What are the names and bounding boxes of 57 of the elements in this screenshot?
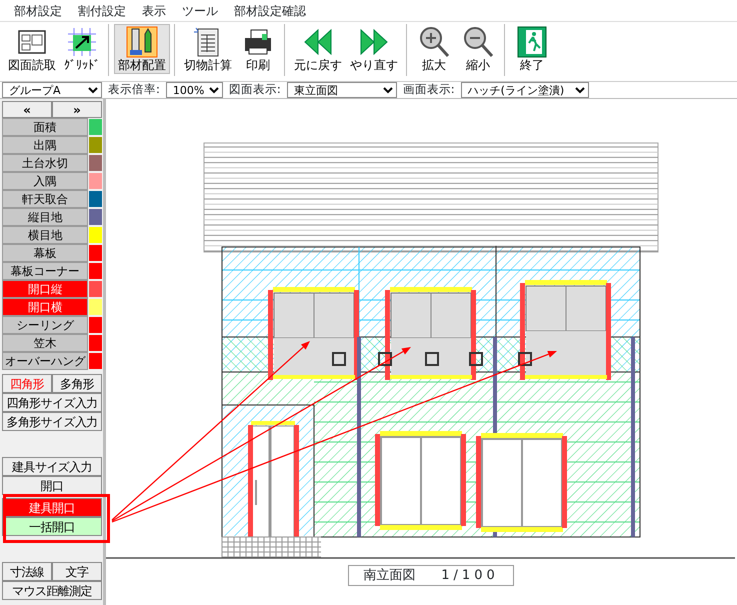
tool-button[interactable]: 建具サイズ入力 [2,457,102,476]
material-button[interactable]: 入隅 [2,172,88,190]
toolbar-button[interactable]: 部材配置 [114,24,170,74]
material-button[interactable]: 出隅 [2,136,88,154]
toolbar-button[interactable]: 図面読取 [4,24,60,74]
dropdown[interactable]: 100% [166,82,223,98]
field-label: 図面表示: [228,81,281,98]
menu-item[interactable]: 部材設定確認 [226,0,314,22]
scroll-button[interactable]: « [2,101,52,118]
dropdown[interactable]: ハッチ(ライン塗潰) [460,82,589,98]
tool-button[interactable]: 建具開口 [2,498,102,517]
tool-button[interactable]: 文字 [52,562,102,581]
toolbar-button[interactable]: 切物計算 [180,24,236,74]
tool-button[interactable]: 多角形サイズ入力 [2,412,102,431]
field-label: 画面表示: [402,81,455,98]
toolbar-button[interactable]: 元に戻す [290,24,346,74]
menu-item[interactable]: 部材設定 [6,0,70,22]
material-button[interactable]: 縦目地 [2,208,88,226]
material-button[interactable]: シーリング [2,316,88,334]
zoom-in-icon [418,26,450,58]
double-right-arrow-icon [358,26,390,58]
toolbar-button[interactable]: 拡大 [412,24,456,74]
toolbar-button[interactable]: 終了 [510,24,554,74]
scroll-button[interactable]: » [52,101,102,118]
toolbar-button[interactable]: 縮小 [456,24,500,74]
material-button[interactable]: 幕板コーナー [2,262,88,280]
material-button[interactable]: 軒天取合 [2,190,88,208]
field-label: 表示倍率: [108,81,160,98]
material-button[interactable]: 幕板 [2,244,88,262]
tool-button[interactable]: マウス距離測定 [2,581,102,600]
double-left-arrow-icon [302,26,334,58]
menu-item[interactable]: 表示 [134,0,174,22]
dropdown[interactable]: グループA [2,82,102,98]
drawing-title: 南立面図 [363,566,416,585]
material-button[interactable]: 面積 [2,118,88,136]
drawing-scale: 1/100 [441,566,499,585]
dropdown[interactable]: 東立面図 [286,82,397,98]
toolbar-button[interactable]: やり直す [346,24,402,74]
material-button[interactable]: 開口横 [2,298,88,316]
menu-item[interactable]: ツール [174,0,226,22]
tool-button[interactable]: 開口 [2,476,102,495]
tool-button[interactable]: 四角形サイズ入力 [2,393,102,412]
menu-item[interactable]: 割付設定 [70,0,134,22]
tool-button[interactable]: 一括開口 [2,517,102,536]
toolbar-button[interactable]: 印刷 [236,24,280,74]
material-button[interactable]: 横目地 [2,226,88,244]
material-button[interactable]: 笠木 [2,334,88,352]
tool-button[interactable]: 寸法線 [2,562,52,581]
toolbar-button[interactable]: ｸﾞﾘｯﾄﾞ [60,24,104,74]
material-button[interactable]: オーバーハング [2,352,88,370]
tool-button[interactable]: 多角形 [52,374,102,393]
grid-arrow-icon [66,26,98,58]
exit-sign-icon [516,26,548,58]
material-button[interactable]: 土台水切 [2,154,88,172]
ruler-pencil-icon [126,26,158,58]
material-button[interactable]: 開口縦 [2,280,88,298]
zoom-out-icon [462,26,494,58]
